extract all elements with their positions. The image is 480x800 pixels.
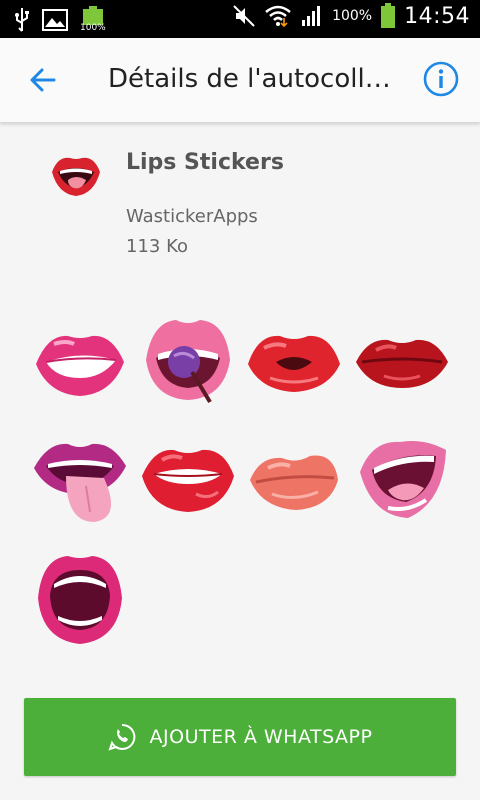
whatsapp-icon	[107, 723, 135, 751]
battery-indicator: 100%	[80, 6, 106, 34]
status-bar: 100% 100% 14:54	[0, 0, 480, 38]
pack-tray-icon	[48, 146, 104, 202]
wifi-icon	[265, 5, 291, 28]
battery-percent: 100%	[332, 8, 373, 24]
pink-smile-lips-image	[36, 335, 124, 396]
signal-icon	[302, 6, 321, 26]
biting-lip-image	[142, 449, 234, 512]
dark-red-lips-image	[356, 339, 448, 388]
gallery-icon	[42, 9, 68, 31]
open-mouth-lips-image	[38, 556, 122, 644]
status-left-icons: 100%	[14, 6, 106, 34]
info-icon	[423, 61, 459, 97]
page-title: Détails de l'autocoll…	[108, 64, 391, 94]
app-bar: Détails de l'autocoll…	[0, 38, 480, 123]
sticker-tongue-out-lips[interactable]	[32, 432, 128, 528]
lips-tray-icon	[52, 157, 100, 196]
info-button[interactable]	[422, 60, 460, 98]
tongue-out-lips-image	[34, 443, 126, 522]
sticker-lollipop-lips[interactable]	[140, 312, 236, 408]
sticker-dark-red-lips[interactable]	[354, 312, 450, 408]
pack-size: 113 Ko	[126, 236, 188, 257]
peach-kiss-lips-image	[250, 455, 338, 510]
status-right-icons: 100% 14:54	[232, 3, 470, 29]
pack-name: Lips Stickers	[126, 150, 284, 175]
sticker-red-pout-lips[interactable]	[246, 312, 342, 408]
back-button[interactable]	[26, 62, 62, 98]
lollipop-lips-image	[146, 320, 230, 404]
sticker-biting-lip[interactable]	[140, 432, 236, 528]
sticker-pink-smile-lips[interactable]	[32, 312, 128, 408]
clock: 14:54	[404, 3, 470, 29]
add-to-whatsapp-label: AJOUTER À WHATSAPP	[149, 726, 373, 748]
add-to-whatsapp-button[interactable]: AJOUTER À WHATSAPP	[24, 698, 456, 776]
usb-icon	[15, 8, 29, 32]
laughing-lips-image	[360, 441, 446, 518]
battery-small-label: 100%	[80, 23, 106, 33]
battery-icon	[381, 3, 396, 28]
pack-publisher: WastickerApps	[126, 206, 258, 227]
arrow-back-icon	[30, 68, 56, 92]
red-pout-lips-image	[248, 335, 340, 392]
mute-icon	[233, 5, 255, 27]
sticker-open-mouth-lips[interactable]	[32, 552, 128, 648]
sticker-peach-kiss-lips[interactable]	[246, 432, 342, 528]
sticker-laughing-lips[interactable]	[354, 432, 450, 528]
